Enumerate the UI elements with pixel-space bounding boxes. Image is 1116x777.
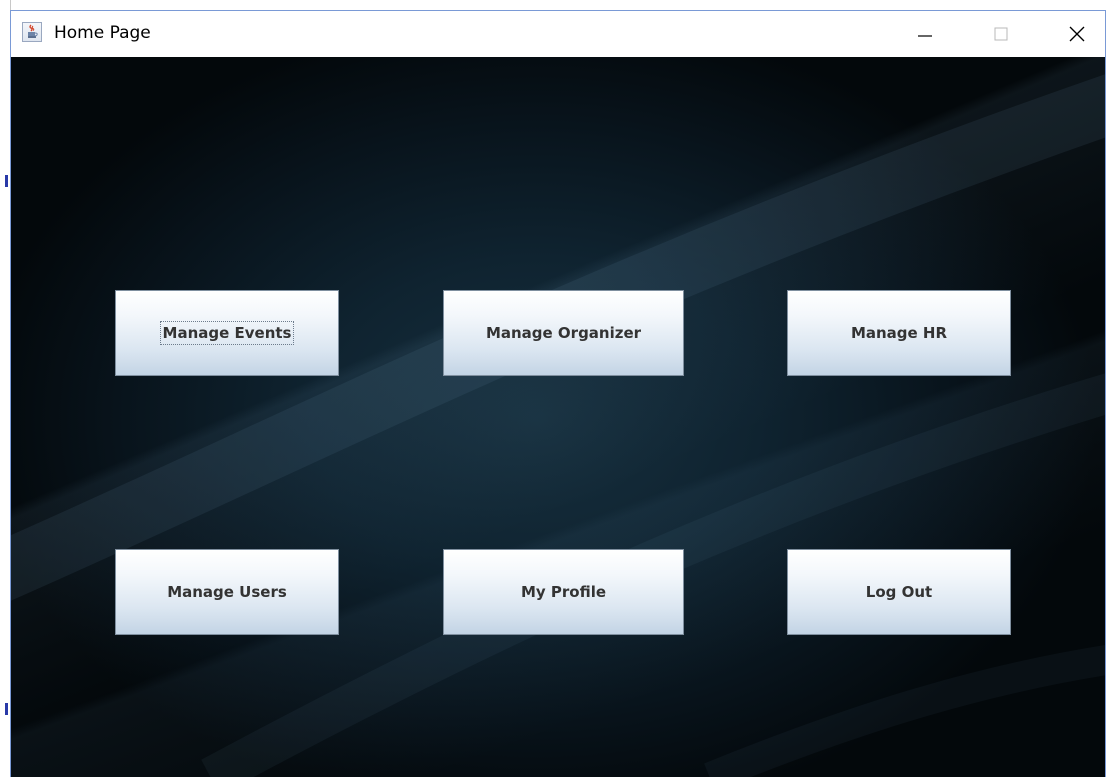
log-out-button[interactable]: Log Out (787, 549, 1011, 635)
maximize-icon (994, 27, 1008, 41)
manage-hr-button[interactable]: Manage HR (787, 290, 1011, 376)
home-content-panel: Manage Events Manage Organizer Manage HR… (11, 57, 1105, 777)
close-button[interactable] (1047, 11, 1105, 57)
minimize-button[interactable] (895, 11, 955, 57)
window-title: Home Page (54, 23, 151, 43)
my-profile-button[interactable]: My Profile (443, 549, 684, 635)
background-swirl (11, 74, 1105, 777)
log-out-label: Log Out (865, 583, 933, 601)
close-icon (1069, 26, 1085, 42)
minimize-icon (918, 35, 932, 37)
editor-marker (5, 175, 8, 187)
home-page-window: Home Page Manage Events Manage Organizer… (10, 10, 1106, 777)
title-bar[interactable]: Home Page (11, 11, 1105, 57)
manage-organizer-button[interactable]: Manage Organizer (443, 290, 684, 376)
manage-users-label: Manage Users (167, 583, 287, 601)
manage-events-label: Manage Events (159, 321, 295, 345)
manage-events-button[interactable]: Manage Events (115, 290, 339, 376)
my-profile-label: My Profile (520, 583, 607, 601)
manage-hr-label: Manage HR (850, 324, 948, 342)
java-coffee-cup-icon (22, 22, 42, 42)
maximize-button[interactable] (971, 11, 1031, 57)
manage-organizer-label: Manage Organizer (485, 324, 642, 342)
editor-marker (5, 703, 8, 715)
manage-users-button[interactable]: Manage Users (115, 549, 339, 635)
